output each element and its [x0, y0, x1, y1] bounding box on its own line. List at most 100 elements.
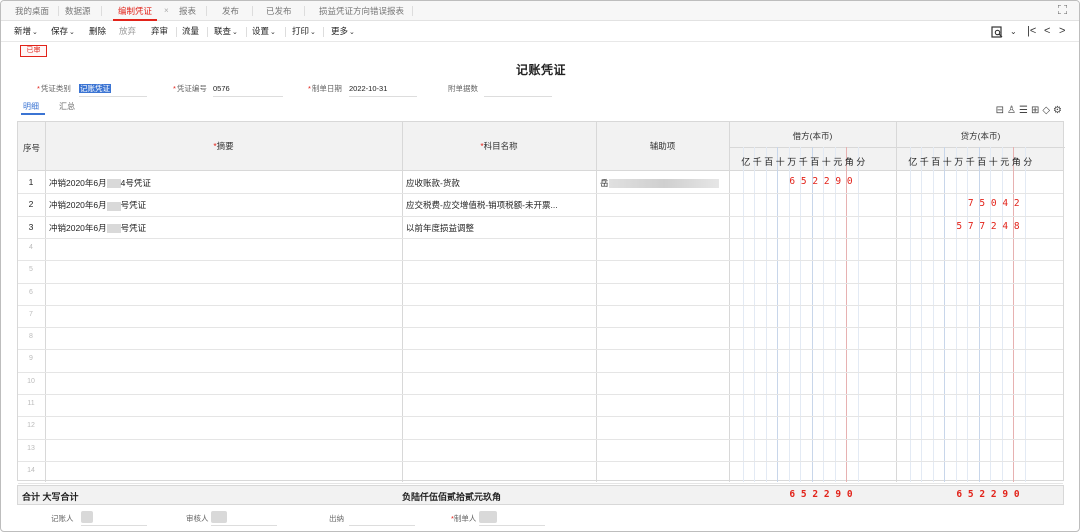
- tab-edit-voucher-label: 编制凭证: [118, 6, 153, 16]
- row-number: 4: [29, 243, 33, 251]
- maximize-icon[interactable]: [1057, 4, 1068, 17]
- total-row: 合计 大写合计 负陆仟伍佰贰拾贰元玖角 652290 652290: [17, 485, 1064, 505]
- status-badge: 已审: [20, 45, 47, 57]
- row-number: 12: [27, 422, 35, 430]
- subtab-summary[interactable]: 汇总: [59, 101, 75, 112]
- date-label-text: 制单日期: [311, 84, 342, 93]
- digit-label: 亿: [741, 157, 751, 167]
- total-label: 合计 大写合计: [22, 492, 79, 502]
- voucher-grid: 序号 *摘要 *科目名称 辅助项 借方(本币) 贷方(本币) 亿千百十万千百十元…: [17, 121, 1065, 485]
- digit-label: 十: [821, 157, 831, 167]
- linked-query-label: 联查: [214, 26, 232, 36]
- delete-button[interactable]: 删除: [89, 21, 106, 42]
- digit-label: 分: [856, 157, 866, 167]
- summary-cell[interactable]: 冲销2020年6月 号凭证: [49, 222, 146, 234]
- summary-cell[interactable]: 冲销2020年6月 号凭证: [49, 199, 146, 211]
- search-voucher-icon[interactable]: [991, 21, 1003, 42]
- maker-label: *制单人: [451, 514, 477, 523]
- debit-amount[interactable]: 652290: [729, 176, 856, 187]
- tab-published[interactable]: 已发布: [266, 1, 292, 21]
- tag-icon[interactable]: ◇: [1042, 105, 1053, 116]
- date-value: 2022-10-31: [349, 84, 388, 93]
- account-cell[interactable]: 以前年度损益调整: [406, 222, 592, 234]
- print-button[interactable]: 打印⌄: [292, 21, 316, 42]
- abandon-button[interactable]: 放弃: [119, 21, 136, 42]
- chevron-down-icon: ⌄: [310, 29, 316, 36]
- row-number: 5: [29, 266, 33, 274]
- account-cell[interactable]: 应收账款-货款: [406, 177, 592, 189]
- date-field[interactable]: 2022-10-31: [349, 83, 417, 97]
- chevron-down-icon: ⌄: [349, 29, 355, 36]
- save-button[interactable]: 保存⌄: [51, 21, 75, 42]
- digit-label: 亿: [908, 157, 918, 167]
- unaudit-button[interactable]: 弃审: [151, 21, 168, 42]
- digit-label: 元: [1000, 157, 1010, 167]
- attach-field[interactable]: [484, 83, 552, 97]
- tab-edit-voucher[interactable]: 编制凭证 ×: [113, 1, 169, 21]
- row-number: 11: [27, 400, 35, 407]
- prev-page-icon[interactable]: <: [1044, 21, 1050, 42]
- debit-digit-header: 亿千百十万千百十元角分: [740, 155, 867, 168]
- next-page-icon[interactable]: >: [1059, 21, 1065, 42]
- digit-label: 角: [1011, 157, 1021, 167]
- user-icon[interactable]: ♙: [1007, 105, 1019, 116]
- row-number: 2: [28, 199, 34, 210]
- row-number: 6: [29, 288, 33, 296]
- chevron-down-icon: ⌄: [232, 29, 238, 36]
- chevron-down-icon[interactable]: ⌄: [1010, 21, 1017, 42]
- voucher-no-value: 0576: [213, 84, 230, 93]
- tab-publish[interactable]: 发布: [222, 1, 239, 21]
- tab-report[interactable]: 报表: [179, 1, 196, 21]
- subtab-detail[interactable]: 明细: [23, 101, 39, 112]
- voucher-type-field[interactable]: 记账凭证: [79, 83, 147, 97]
- row-number: 14: [27, 466, 35, 474]
- digit-label: 十: [775, 157, 785, 167]
- settings-button[interactable]: 设置⌄: [252, 21, 276, 42]
- voucher-no-field[interactable]: 0576: [213, 83, 283, 97]
- tab-pl-error-report[interactable]: 损益凭证方向错误报表: [319, 1, 404, 21]
- row-number: 8: [29, 333, 33, 341]
- bookkeeper-label: 记账人: [51, 514, 74, 523]
- new-button[interactable]: 新增⌄: [14, 21, 38, 42]
- credit-amount[interactable]: 577248: [896, 221, 1023, 232]
- export-icon[interactable]: ⊟: [996, 105, 1007, 116]
- chevron-down-icon: ⌄: [69, 29, 75, 36]
- column-icon[interactable]: ⊞: [1031, 105, 1042, 116]
- col-summary: *摘要: [213, 141, 234, 151]
- settings-label: 设置: [252, 26, 270, 36]
- close-icon[interactable]: ×: [164, 1, 169, 21]
- tab-my-desktop[interactable]: 我的桌面: [15, 1, 49, 21]
- linked-query-button[interactable]: 联查⌄: [214, 21, 238, 42]
- digit-label: 千: [919, 157, 929, 167]
- attach-label: 附单据数: [448, 84, 478, 93]
- digit-label: 千: [965, 157, 975, 167]
- digit-label: 元: [833, 157, 843, 167]
- voucher-window: 我的桌面 数据源 编制凭证 × 报表 发布 已发布 损益凭证方向错误报表 新增⌄…: [0, 0, 1080, 532]
- settings-icon[interactable]: ⚙: [1053, 105, 1065, 116]
- account-cell[interactable]: 应交税费-应交增值税-销项税额-未开票...: [406, 199, 592, 211]
- digit-label: 百: [810, 157, 820, 167]
- grid-tool-icons: ⊟♙☰⊞◇⚙: [996, 105, 1065, 116]
- digit-label: 千: [752, 157, 762, 167]
- print-label: 打印: [292, 26, 310, 36]
- tab-bar: 我的桌面 数据源 编制凭证 × 报表 发布 已发布 损益凭证方向错误报表: [1, 1, 1079, 21]
- cashier-label: 出纳: [329, 514, 344, 523]
- first-page-icon[interactable]: |<: [1027, 21, 1036, 42]
- row-number: 7: [29, 310, 33, 318]
- list-icon[interactable]: ☰: [1019, 105, 1031, 116]
- credit-digit-header: 亿千百十万千百十元角分: [907, 155, 1034, 168]
- maker-label-text: 制单人: [453, 514, 477, 523]
- page-title: 记账凭证: [515, 63, 566, 77]
- col-debit: 借方(本币): [792, 131, 833, 141]
- aux-cell[interactable]: 岳: [600, 177, 719, 189]
- tab-data-source[interactable]: 数据源: [65, 1, 91, 21]
- total-amount-words: 负陆仟伍佰贰拾贰元玖角: [402, 492, 502, 502]
- credit-amount[interactable]: 75042: [896, 198, 1023, 209]
- more-button[interactable]: 更多⌄: [331, 21, 355, 42]
- flow-button[interactable]: 流量: [182, 21, 199, 42]
- row-number: 9: [29, 355, 33, 363]
- save-button-label: 保存: [51, 26, 69, 36]
- row-number: 1: [28, 177, 34, 187]
- summary-cell[interactable]: 冲销2020年6月 4号凭证: [49, 177, 151, 189]
- col-account: *科目名称: [480, 141, 518, 151]
